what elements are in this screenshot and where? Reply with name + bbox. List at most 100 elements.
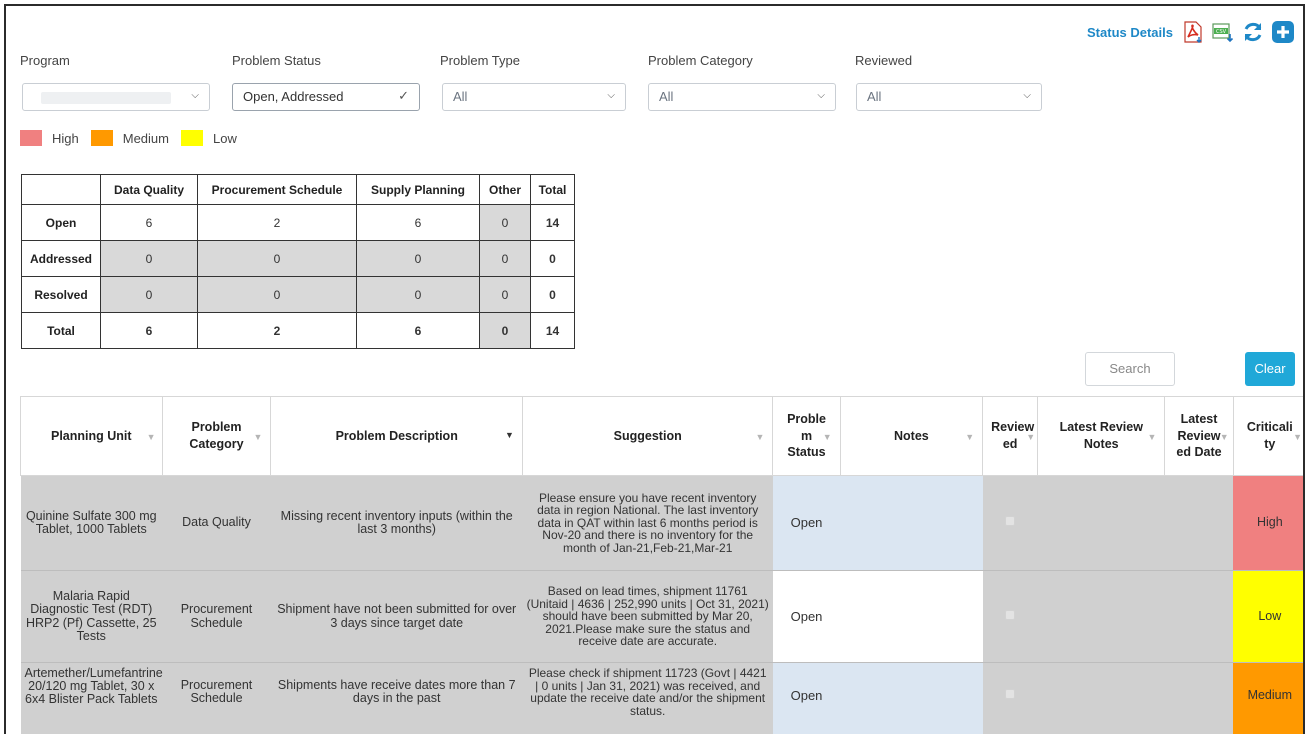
column-header-problem-description[interactable]: Problem Description ▼	[270, 396, 523, 476]
summary-cell: 6	[100, 204, 198, 241]
criticality-cell: Low	[1233, 570, 1303, 663]
problem-category-select[interactable]: All ⌵	[648, 83, 836, 111]
program-filter: Program	[20, 53, 70, 68]
reviewed-checkbox	[1005, 609, 1016, 620]
column-header-problem-category[interactable]: Problem Category ▼	[161, 396, 272, 476]
add-icon[interactable]	[1271, 20, 1295, 44]
problem-status-cell[interactable]: Open	[772, 570, 841, 663]
summary-row-total: Total 6 2 6 0 14	[21, 312, 575, 349]
problem-status-select[interactable]: Open, Addressed ✓	[232, 83, 420, 111]
problem-status-value: Open, Addressed	[243, 89, 344, 104]
program-value-redacted	[41, 92, 171, 104]
notes-cell[interactable]	[840, 475, 983, 571]
summary-header-procurement-schedule: Procurement Schedule	[197, 174, 357, 205]
pdf-export-icon[interactable]	[1181, 20, 1205, 44]
column-header-label: Proble m Status	[787, 411, 826, 460]
filter-icon[interactable]: ▼	[254, 431, 263, 443]
search-input[interactable]: Search	[1085, 352, 1175, 386]
column-header-problem-status[interactable]: Proble m Status ▼	[772, 396, 841, 476]
low-swatch	[181, 130, 203, 146]
column-header-latest-review-notes[interactable]: Latest Review Notes ▼	[1037, 396, 1166, 476]
summary-row-label: Total	[21, 312, 101, 349]
latest-review-notes-cell	[1037, 570, 1165, 663]
problem-status-label: Problem Status	[232, 53, 321, 68]
filter-bar: Program ⌵ Problem Status Open, Addressed…	[20, 53, 1060, 123]
problem-status-cell[interactable]: Open	[772, 475, 841, 571]
problem-type-select[interactable]: All ⌵	[442, 83, 626, 111]
summary-cell: 14	[530, 312, 575, 349]
filter-icon[interactable]: ▼	[147, 431, 156, 443]
reviewed-select[interactable]: All ⌵	[856, 83, 1042, 111]
table-row[interactable]: Quinine Sulfate 300 mg Tablet, 1000 Tabl…	[20, 475, 1303, 571]
program-select[interactable]: ⌵	[22, 83, 210, 111]
refresh-icon[interactable]	[1241, 20, 1265, 44]
summary-cell: 0	[356, 240, 480, 277]
filter-icon[interactable]: ▼	[1293, 431, 1302, 443]
summary-row-resolved: Resolved 0 0 0 0 0	[21, 276, 575, 313]
summary-cell: 0	[479, 240, 531, 277]
summary-cell: 0	[530, 240, 575, 277]
column-header-planning-unit[interactable]: Planning Unit ▼	[20, 396, 163, 476]
clear-button[interactable]: Clear	[1245, 352, 1295, 386]
summary-cell: 0	[197, 276, 357, 313]
planning-unit-cell: Malaria Rapid Diagnostic Test (RDT) HRP2…	[20, 570, 163, 663]
reviewed-label: Reviewed	[855, 53, 913, 68]
table-row[interactable]: Artemether/Lumefantrine 20/120 mg Tablet…	[20, 662, 1303, 734]
notes-cell[interactable]	[840, 570, 983, 663]
reviewed-filter: Reviewed	[855, 53, 912, 68]
filter-icon[interactable]: ▼	[1147, 431, 1156, 443]
problem-category-cell: Procurement Schedule	[162, 570, 271, 663]
problem-description-cell: Shipment have not been submitted for ove…	[270, 570, 523, 663]
column-header-label: Latest Review ed Date	[1176, 411, 1222, 460]
column-header-criticality[interactable]: Criticali ty ▼	[1232, 396, 1303, 476]
summary-header-other: Other	[479, 174, 531, 205]
medium-label: Medium	[122, 130, 169, 146]
notes-cell[interactable]	[840, 662, 983, 734]
column-header-label: Planning Unit	[50, 428, 132, 443]
latest-review-notes-cell	[1037, 475, 1165, 571]
problem-category-cell: Procurement Schedule	[162, 662, 271, 734]
filter-icon[interactable]: ▼	[756, 431, 765, 443]
column-header-label: Notes	[894, 428, 929, 443]
medium-swatch	[90, 130, 113, 146]
filter-icon[interactable]: ▼	[1220, 431, 1229, 443]
csv-export-icon[interactable]: CSV	[1211, 20, 1235, 44]
summary-cell: 2	[197, 312, 357, 349]
column-header-notes[interactable]: Notes ▼	[839, 396, 984, 476]
chevron-down-icon: ⌵	[1023, 90, 1031, 101]
summary-cell: 0	[197, 240, 357, 277]
filter-icon[interactable]: ▼	[1026, 431, 1035, 443]
summary-cell: 0	[479, 312, 531, 349]
column-header-latest-reviewed-date[interactable]: Latest Review ed Date ▼	[1164, 396, 1234, 476]
problem-category-filter: Problem Category	[648, 53, 753, 68]
problem-status-cell[interactable]: Open	[772, 662, 841, 734]
toolbar: Status Details CSV	[1087, 20, 1295, 44]
suggestion-cell: Based on lead times, shipment 11761 (Uni…	[522, 570, 773, 663]
summary-header-data-quality: Data Quality	[100, 174, 198, 205]
planning-unit-cell: Quinine Sulfate 300 mg Tablet, 1000 Tabl…	[20, 475, 163, 571]
summary-row-addressed: Addressed 0 0 0 0 0	[21, 240, 575, 277]
status-details-link[interactable]: Status Details	[1087, 25, 1173, 40]
column-header-suggestion[interactable]: Suggestion ▼	[521, 396, 774, 476]
summary-cell: 0	[479, 276, 531, 313]
column-header-label: Problem Description	[335, 428, 458, 443]
column-header-reviewed[interactable]: Review ed ▼	[982, 396, 1039, 476]
low-label: Low	[213, 130, 237, 146]
summary-cell: 0	[479, 204, 531, 241]
reviewed-cell	[982, 570, 1038, 663]
problem-type-value: All	[453, 89, 468, 104]
filter-icon[interactable]: ▼	[965, 431, 974, 443]
table-row[interactable]: Malaria Rapid Diagnostic Test (RDT) HRP2…	[20, 570, 1303, 663]
summary-header-blank	[21, 174, 101, 205]
criticality-cell: High	[1233, 475, 1303, 571]
problem-category-value: All	[659, 89, 674, 104]
summary-cell: 0	[100, 240, 198, 277]
suggestion-cell: Please ensure you have recent inventory …	[522, 475, 773, 571]
problem-type-filter: Problem Type	[440, 53, 520, 68]
planning-unit-cell: Artemether/Lumefantrine 20/120 mg Tablet…	[20, 662, 163, 734]
problem-description-cell: Shipments have receive dates more than 7…	[270, 662, 523, 734]
suggestion-cell: Please check if shipment 11723 (Govt | 4…	[522, 662, 773, 734]
filter-icon[interactable]: ▼	[505, 429, 514, 441]
filter-icon[interactable]: ▼	[823, 431, 832, 443]
problem-category-label: Problem Category	[648, 53, 753, 68]
